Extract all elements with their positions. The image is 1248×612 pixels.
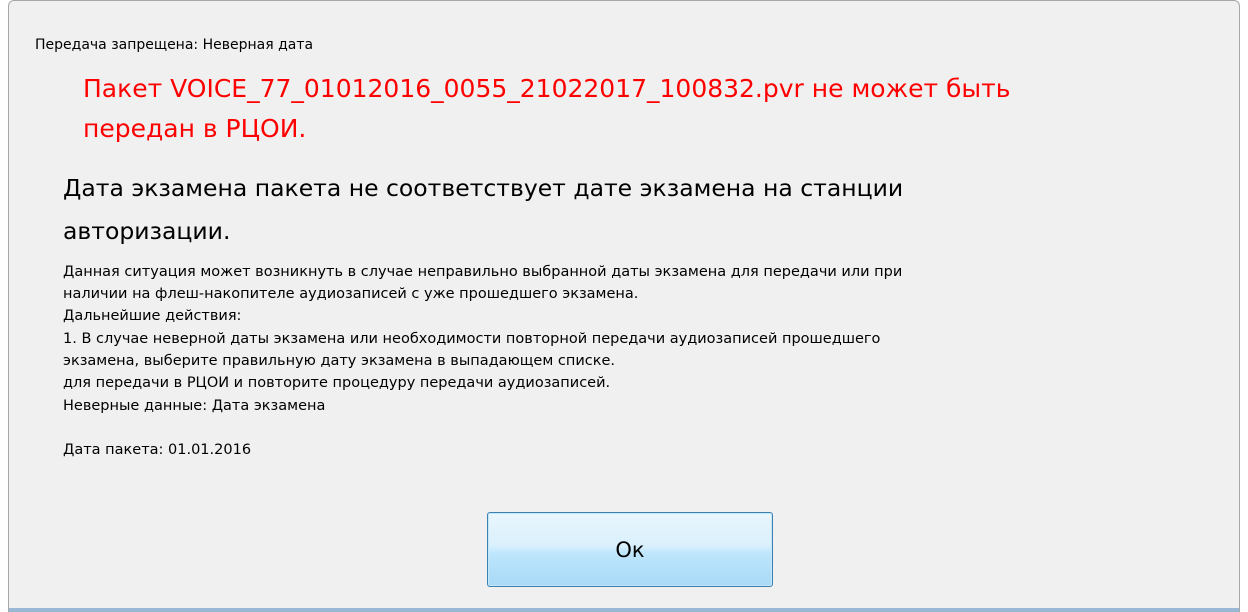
error-dialog: Передача запрещена: Неверная дата Пакет … [8, 0, 1240, 612]
details-line-6: для передачи в РЦОИ и повторите процедур… [63, 375, 611, 391]
error-message-line-1: Пакет VOICE_77_01012016_0055_21022017_10… [83, 74, 1011, 103]
ok-button[interactable]: Ок [487, 512, 773, 587]
details-line-5: экзамена, выберите правильную дату экзам… [63, 353, 616, 369]
details-line-4: 1. В случае неверной даты экзамена или н… [63, 331, 881, 347]
reason-heading-line-1: Дата экзамена пакета не соответствует да… [63, 174, 904, 202]
package-date-text: Дата пакета: 01.01.2016 [63, 442, 252, 458]
further-actions-label: Дальнейшие действия: [63, 308, 242, 324]
error-message-line-2: передан в РЦОИ. [83, 114, 307, 143]
window-title: Передача запрещена: Неверная дата [35, 37, 314, 53]
invalid-data-text: Неверные данные: Дата экзамена [63, 398, 326, 414]
reason-heading-line-2: авторизации. [63, 217, 231, 245]
details-line-2: наличии на флеш-накопителе аудиозаписей … [63, 286, 639, 302]
details-line-1: Данная ситуация может возникнуть в случа… [63, 264, 903, 280]
